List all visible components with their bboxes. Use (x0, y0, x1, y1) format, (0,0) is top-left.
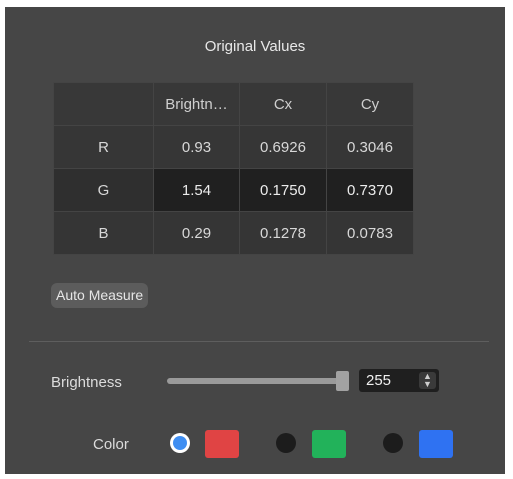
brightness-cell: 1.54 (153, 168, 240, 212)
brightness-slider-thumb[interactable] (336, 371, 349, 391)
cy-cell: 0.7370 (326, 168, 414, 212)
swatch-red[interactable] (205, 430, 239, 458)
brightness-spinbox[interactable]: 255 ▲ ▼ (359, 369, 439, 392)
radio-green[interactable] (276, 433, 296, 453)
values-table: Brightn… Cx Cy R 0.93 0.6926 0.3046 G 1.… (53, 82, 414, 255)
radio-blue[interactable] (383, 433, 403, 453)
divider (29, 341, 489, 342)
table-row: G 1.54 0.1750 0.7370 (53, 168, 414, 212)
header-cell-cy: Cy (326, 82, 414, 126)
brightness-cell: 0.93 (153, 125, 240, 169)
color-label: Color (93, 436, 129, 453)
header-cell-cx: Cx (239, 82, 327, 126)
auto-measure-button[interactable]: Auto Measure (51, 283, 149, 308)
radio-red[interactable] (170, 433, 190, 453)
swatch-blue[interactable] (419, 430, 453, 458)
spin-arrows-icon[interactable]: ▲ ▼ (419, 372, 436, 389)
original-values-panel: Original Values Brightn… Cx Cy R 0.93 0.… (5, 7, 505, 474)
brightness-cell: 0.29 (153, 211, 240, 255)
cy-cell: 0.0783 (326, 211, 414, 255)
brightness-value[interactable]: 255 (366, 372, 391, 389)
table-row: R 0.93 0.6926 0.3046 (53, 125, 414, 169)
row-label: G (53, 168, 154, 212)
brightness-slider-track[interactable] (167, 378, 343, 384)
cy-cell: 0.3046 (326, 125, 414, 169)
section-title: Original Values (204, 38, 306, 55)
cx-cell: 0.1278 (239, 211, 327, 255)
table-header-row: Brightn… Cx Cy (53, 82, 414, 126)
cx-cell: 0.6926 (239, 125, 327, 169)
row-label: B (53, 211, 154, 255)
table-row: B 0.29 0.1278 0.0783 (53, 211, 414, 255)
cx-cell: 0.1750 (239, 168, 327, 212)
brightness-label: Brightness (51, 374, 122, 391)
swatch-green[interactable] (312, 430, 346, 458)
header-cell-empty (53, 82, 154, 126)
header-cell-brightness: Brightn… (153, 82, 240, 126)
row-label: R (53, 125, 154, 169)
